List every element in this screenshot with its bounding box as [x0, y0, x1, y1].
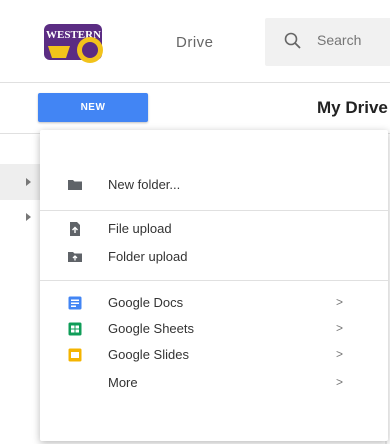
top-bar: WESTERN Drive	[0, 0, 390, 83]
chevron-right-icon: >	[336, 375, 344, 389]
chevron-right-icon: >	[336, 321, 344, 335]
my-drive-title[interactable]: My Drive	[317, 98, 388, 118]
menu-item-label: Folder upload	[108, 249, 188, 264]
chevron-right-icon: >	[336, 295, 344, 309]
new-button[interactable]: NEW	[38, 93, 148, 122]
menu-item-label: More	[108, 375, 138, 390]
search-input[interactable]	[317, 30, 390, 50]
google-docs-icon	[68, 296, 82, 310]
menu-item-label: New folder...	[108, 177, 181, 192]
western-logo[interactable]: WESTERN	[40, 18, 112, 68]
menu-item-label: Google Docs	[108, 295, 184, 310]
product-name: Drive	[176, 34, 214, 51]
new-menu: New folder... File upload Folder upload …	[40, 130, 388, 441]
menu-divider	[40, 210, 388, 211]
menu-item-folder-upload[interactable]: Folder upload	[40, 240, 388, 274]
tree-row[interactable]	[0, 164, 40, 200]
menu-item-more[interactable]: More >	[40, 366, 388, 400]
menu-item-new-folder[interactable]: New folder...	[40, 168, 388, 202]
expand-caret-icon[interactable]	[26, 213, 31, 221]
search-icon[interactable]	[283, 31, 303, 51]
toolbar: NEW My Drive	[0, 83, 390, 134]
folder-icon	[68, 180, 82, 190]
menu-item-label: Google Sheets	[108, 321, 195, 336]
google-slides-icon	[68, 348, 82, 362]
left-rail	[0, 134, 40, 441]
chevron-right-icon: >	[336, 347, 344, 361]
menu-item-label: File upload	[108, 221, 172, 236]
search-box[interactable]	[265, 18, 390, 66]
menu-item-label: Google Slides	[108, 347, 189, 362]
expand-caret-icon[interactable]	[26, 178, 31, 186]
folder-upload-icon	[68, 252, 82, 262]
google-sheets-icon	[68, 322, 82, 336]
file-upload-icon	[70, 222, 80, 236]
menu-divider	[40, 280, 388, 281]
